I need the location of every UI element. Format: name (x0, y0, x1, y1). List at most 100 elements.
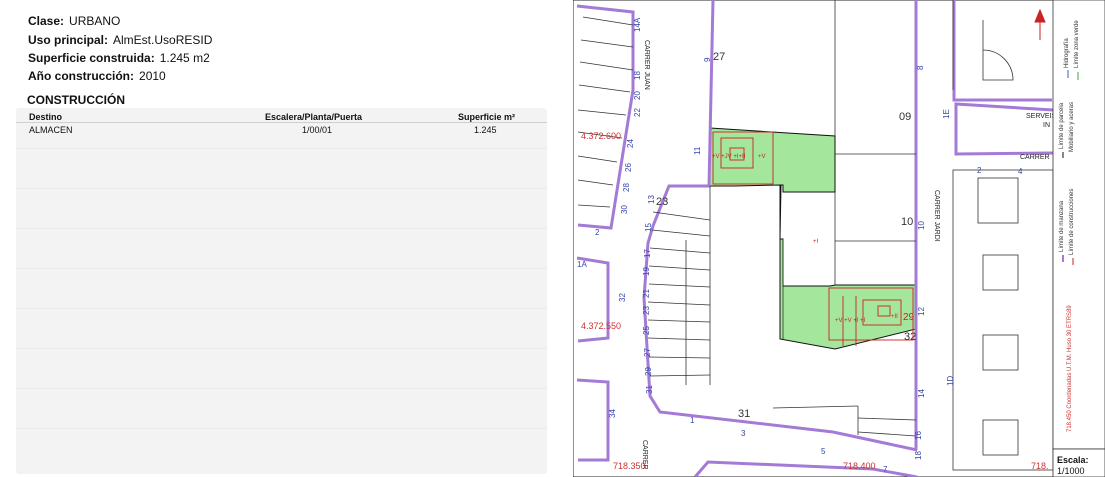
clase-row: Clase: URBANO (28, 14, 120, 28)
svg-text:34: 34 (608, 409, 617, 418)
superficie-value: 1.245 m2 (159, 51, 210, 65)
row-divider (16, 348, 547, 349)
svg-text:31: 31 (645, 385, 654, 394)
svg-text:26: 26 (624, 163, 633, 172)
svg-text:5: 5 (821, 447, 826, 456)
row-divider (16, 308, 547, 309)
row-divider (16, 268, 547, 269)
legend-item-parcela: Límite de parcela (1059, 102, 1065, 149)
svg-text:24: 24 (626, 139, 635, 148)
svg-text:14A: 14A (633, 17, 642, 32)
svg-text:20: 20 (633, 91, 642, 100)
svg-text:+V: +V (758, 154, 766, 160)
svg-text:30: 30 (620, 205, 629, 214)
header-superficie: Superficie m² (458, 112, 516, 122)
svg-text:18: 18 (914, 451, 923, 460)
uso-value: AlmEst.UsoRESID (113, 33, 213, 47)
clase-label: Clase: (28, 14, 65, 28)
street-label: CARRER JARDI (933, 190, 940, 242)
superficie-label: Superficie construida: (28, 51, 155, 65)
svg-text:16: 16 (914, 431, 923, 440)
coord-y-1: 4.372.600 (581, 131, 621, 141)
street-label: CARRER JUAN (643, 40, 650, 90)
street-label: CARRER (1020, 154, 1050, 161)
svg-text:15: 15 (644, 223, 653, 232)
svg-text:25: 25 (642, 326, 651, 335)
svg-text:1A: 1A (577, 260, 587, 269)
svg-text:+I: +I (813, 239, 819, 245)
scale-value: 1/1000 (1057, 466, 1085, 476)
house-number: 31 (738, 408, 750, 420)
svg-text:8: 8 (916, 65, 925, 70)
row-divider (16, 188, 547, 189)
clase-value: URBANO (69, 14, 121, 28)
street-label: SERVEIS (1026, 113, 1057, 120)
anio-label: Año construcción: (28, 69, 135, 83)
coord-x-2: 718.400 (843, 461, 876, 471)
svg-text:2: 2 (595, 228, 600, 237)
legend-item-hidrografia: Hidrografía (1064, 38, 1070, 68)
svg-text:1: 1 (690, 416, 695, 425)
svg-text:14: 14 (917, 389, 926, 398)
coord-x-1: 718.350 (613, 461, 646, 471)
cell-destino: ALMACEN (29, 125, 73, 135)
svg-text:4: 4 (1018, 167, 1023, 176)
house-number: 10 (901, 216, 913, 228)
svg-text:+V +JV +I+II: +V +JV +I+II (712, 154, 746, 160)
anio-value: 2010 (139, 69, 166, 83)
coord-y-2: 4.372.550 (581, 321, 621, 331)
info-panel: Clase: URBANO Uso principal: AlmEst.UsoRES… (0, 0, 560, 477)
row-divider (16, 388, 547, 389)
legend-crs: 718.450 Coordenadas U.T.M. Huso 30 ETRS8… (1067, 305, 1073, 432)
svg-text:+II: +II (891, 314, 898, 320)
uso-label: Uso principal: (28, 33, 109, 47)
row-divider (16, 148, 547, 149)
street-label: IN (1043, 122, 1050, 129)
svg-text:27: 27 (643, 348, 652, 357)
house-number: 32 (904, 331, 916, 343)
construccion-title: CONSTRUCCIÓN (27, 93, 125, 107)
cell-superficie: 1.245 (474, 125, 497, 135)
svg-text:7: 7 (883, 465, 888, 474)
svg-text:19: 19 (642, 267, 651, 276)
legend-item-zona-verde: Límite zona verde (1074, 20, 1080, 68)
svg-text:29: 29 (644, 367, 653, 376)
svg-text:17: 17 (643, 249, 652, 258)
svg-text:3: 3 (741, 429, 746, 438)
svg-text:22: 22 (633, 108, 642, 117)
house-number: 27 (713, 51, 725, 63)
scale-label: Escala: (1057, 455, 1089, 465)
row-divider (16, 428, 547, 429)
legend-item-mobiliario: Mobiliario y aceras (1069, 102, 1075, 152)
legend-item-construcciones: Límite de construcciones (1069, 189, 1075, 255)
svg-text:28: 28 (622, 183, 631, 192)
parcel-code: 29 (903, 312, 915, 323)
svg-text:1D: 1D (946, 376, 955, 386)
house-number: 23 (656, 196, 668, 208)
svg-text:32: 32 (618, 293, 627, 302)
header-destino: Destino (29, 112, 63, 122)
svg-text:10: 10 (917, 221, 926, 230)
anio-row: Año construcción: 2010 (28, 69, 166, 83)
cadastral-map[interactable]: +V +JV +I+II +V +I +V +V +I +I +II 4.372… (573, 0, 1105, 477)
svg-text:+V +V +I +I: +V +V +I +I (835, 318, 866, 324)
svg-text:1E: 1E (942, 109, 951, 119)
svg-text:23: 23 (642, 306, 651, 315)
house-number: 09 (899, 111, 911, 123)
svg-text:21: 21 (642, 289, 651, 298)
svg-text:11: 11 (693, 146, 702, 155)
svg-text:2: 2 (977, 166, 982, 175)
cell-escalera: 1/00/01 (302, 125, 333, 135)
header-escalera: Escalera/Planta/Puerta (265, 112, 363, 122)
row-divider (16, 228, 547, 229)
svg-text:9: 9 (703, 57, 712, 62)
coord-x-3: 718. (1031, 461, 1049, 471)
superficie-row: Superficie construida: 1.245 m2 (28, 51, 210, 65)
construccion-table: Destino Escalera/Planta/Puerta Superfici… (16, 108, 547, 474)
header-divider (16, 122, 547, 123)
svg-text:13: 13 (647, 195, 656, 204)
street-label: CARRER (641, 440, 648, 470)
svg-text:18: 18 (633, 71, 642, 80)
svg-text:12: 12 (917, 307, 926, 316)
legend-item-manzana: Límite de manzana (1059, 200, 1065, 252)
